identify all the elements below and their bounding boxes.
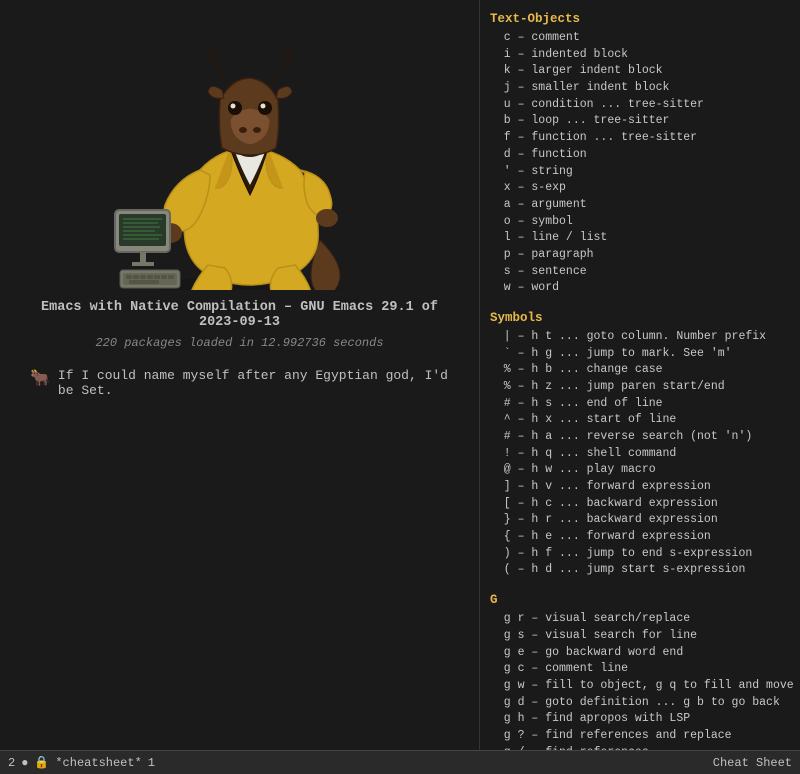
item-g-6: g h – find apropos with LSP — [490, 711, 792, 728]
item-g-1: g s – visual search for line — [490, 628, 792, 645]
status-bar: 2 ● 🔒 *cheatsheet* 1 Cheat Sheet — [0, 750, 800, 774]
item-symbols-1: ` – h g ... jump to mark. See 'm' — [490, 346, 792, 363]
item-g-2: g e – go backward word end — [490, 645, 792, 662]
item-symbols-3: % – h z ... jump paren start/end — [490, 379, 792, 396]
item-symbols-6: # – h a ... reverse search (not 'n') — [490, 429, 792, 446]
quote-line: 🐂 If I could name myself after any Egypt… — [20, 368, 459, 398]
status-title: Cheat Sheet — [713, 756, 792, 770]
item-symbols-14: ( – h d ... jump start s-expression — [490, 562, 792, 579]
item-symbols-8: @ – h w ... play macro — [490, 462, 792, 479]
item-text-objects-4: u – condition ... tree-sitter — [490, 97, 792, 114]
item-symbols-13: ) – h f ... jump to end s-expression — [490, 546, 792, 563]
item-text-objects-7: d – function — [490, 147, 792, 164]
item-text-objects-13: p – paragraph — [490, 247, 792, 264]
right-panel: Text-Objects c – comment i – indented bl… — [480, 0, 800, 750]
status-lock-icon: 🔒 — [34, 755, 49, 770]
item-text-objects-10: a – argument — [490, 197, 792, 214]
section-title-g: G — [490, 591, 792, 609]
item-g-0: g r – visual search/replace — [490, 611, 792, 628]
item-text-objects-14: s – sentence — [490, 264, 792, 281]
item-text-objects-3: j – smaller indent block — [490, 80, 792, 97]
packages-loaded: 220 packages loaded in 12.992736 seconds — [95, 336, 383, 350]
item-text-objects-2: k – larger indent block — [490, 63, 792, 80]
section-title-symbols: Symbols — [490, 309, 792, 327]
item-text-objects-11: o – symbol — [490, 214, 792, 231]
item-symbols-11: } – h r ... backward expression — [490, 512, 792, 529]
item-text-objects-12: l – line / list — [490, 230, 792, 247]
emacs-icon: 🐂 — [30, 368, 50, 388]
item-text-objects-15: w – word — [490, 280, 792, 297]
item-g-4: g w – fill to object, g q to fill and mo… — [490, 678, 792, 695]
item-g-7: g ? – find references and replace — [490, 728, 792, 745]
item-text-objects-0: c – comment — [490, 30, 792, 47]
item-text-objects-1: i – indented block — [490, 47, 792, 64]
separator-0 — [490, 297, 792, 303]
emacs-title: Emacs with Native Compilation – GNU Emac… — [20, 300, 459, 330]
status-filename: *cheatsheet* — [55, 756, 141, 770]
item-symbols-10: [ – h c ... backward expression — [490, 496, 792, 513]
status-dot: ● — [21, 756, 28, 770]
item-text-objects-8: ' – string — [490, 164, 792, 181]
status-num: 2 — [8, 756, 15, 770]
separator-1 — [490, 579, 792, 585]
item-text-objects-9: x – s-exp — [490, 180, 792, 197]
item-text-objects-6: f – function ... tree-sitter — [490, 130, 792, 147]
item-g-3: g c – comment line — [490, 661, 792, 678]
item-text-objects-5: b – loop ... tree-sitter — [490, 113, 792, 130]
item-symbols-12: { – h e ... forward expression — [490, 529, 792, 546]
left-panel: Emacs with Native Compilation – GNU Emac… — [0, 0, 480, 750]
quote-text: If I could name myself after any Egyptia… — [58, 368, 449, 398]
item-symbols-4: # – h s ... end of line — [490, 396, 792, 413]
item-symbols-5: ^ – h x ... start of line — [490, 412, 792, 429]
gnu-mascot — [90, 20, 390, 290]
item-symbols-2: % – h b ... change case — [490, 362, 792, 379]
status-linenum: 1 — [148, 756, 155, 770]
item-symbols-7: ! – h q ... shell command — [490, 446, 792, 463]
section-title-text-objects: Text-Objects — [490, 10, 792, 28]
status-left: 2 ● 🔒 *cheatsheet* 1 — [8, 755, 155, 770]
item-symbols-9: ] – h v ... forward expression — [490, 479, 792, 496]
item-g-5: g d – goto definition ... g b to go back — [490, 695, 792, 712]
item-symbols-0: | – h t ... goto column. Number prefix — [490, 329, 792, 346]
